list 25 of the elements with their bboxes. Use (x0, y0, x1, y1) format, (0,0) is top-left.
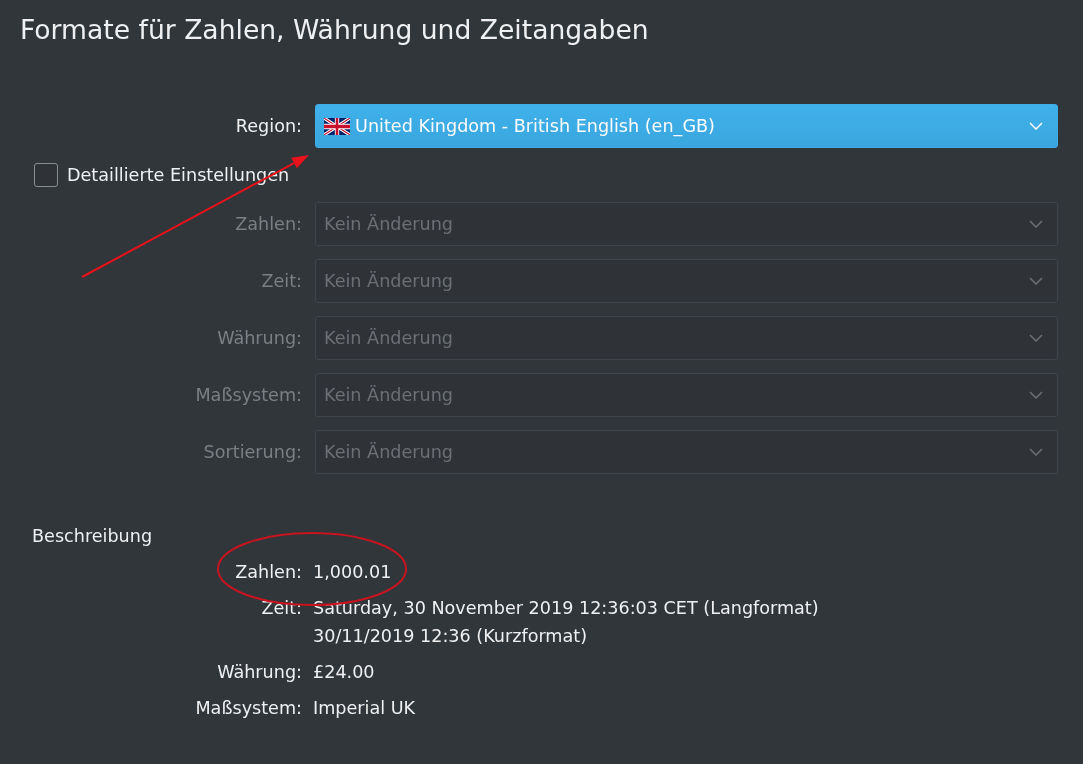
description-label: Zahlen: (235, 561, 302, 584)
description-value: 30/11/2019 12:36 (Kurzformat) (313, 625, 587, 648)
field-label: Region: (235, 116, 302, 136)
description-value: Imperial UK (313, 697, 416, 720)
chevron-down-icon (1029, 277, 1043, 285)
description-value: £24.00 (313, 661, 375, 684)
field-label: Zahlen: (235, 214, 302, 234)
chevron-down-icon (1029, 220, 1043, 228)
field-label: Sortierung: (203, 442, 302, 462)
description-label: Währung: (217, 661, 302, 684)
flag-icon (324, 117, 350, 135)
page-title: Formate für Zahlen, Währung und Zeitangaben (20, 13, 650, 47)
field-label: Maßsystem: (195, 385, 302, 405)
checkbox[interactable] (34, 163, 58, 187)
chevron-down-icon (1029, 122, 1043, 130)
description-label: Maßsystem: (195, 697, 302, 720)
chevron-down-icon (1029, 391, 1043, 399)
field-label: Währung: (217, 328, 302, 348)
region-dropdown[interactable]: United Kingdom - British English (en_GB) (315, 104, 1058, 148)
section-heading: Beschreibung (32, 525, 153, 548)
description-value: Saturday, 30 November 2019 12:36:03 CET (Langformat) (313, 597, 819, 620)
chevron-down-icon (1029, 448, 1043, 456)
chevron-down-icon (1029, 334, 1043, 342)
description-value: 1,000.01 (313, 561, 392, 584)
field-label: Zeit: (261, 271, 302, 291)
